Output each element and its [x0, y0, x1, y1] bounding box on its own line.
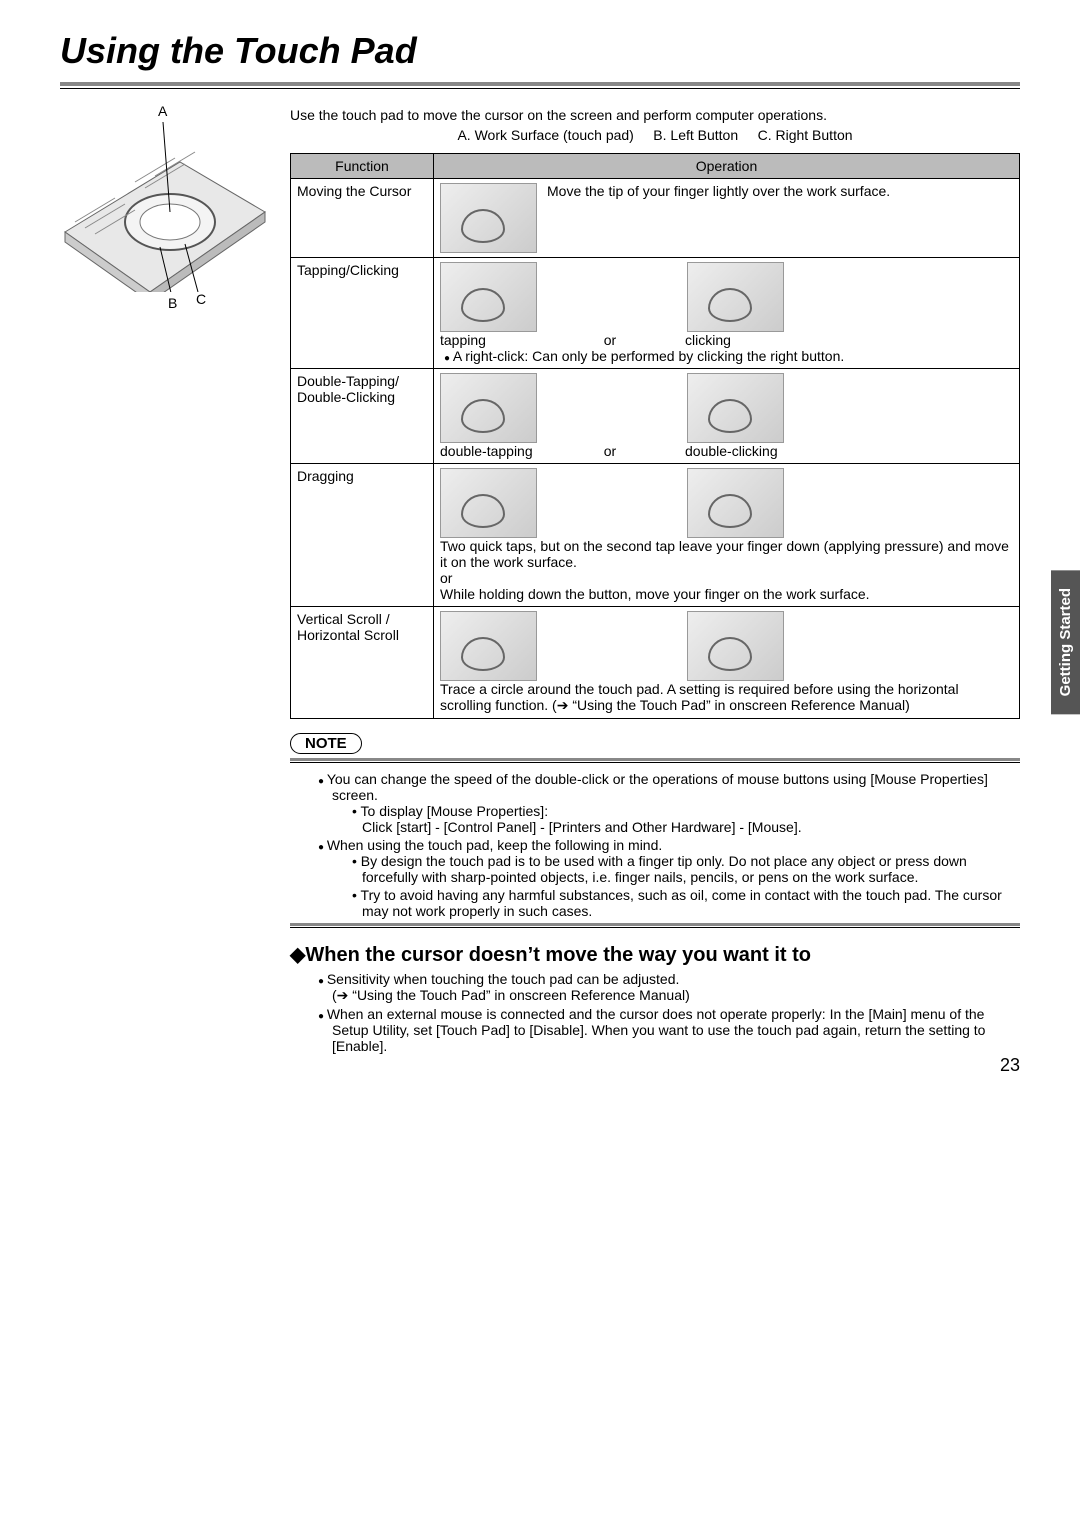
table-row: Double-Tapping/ Double-Clicking double-t… [291, 369, 1020, 464]
legend-a: A. Work Surface (touch pad) [457, 127, 633, 143]
op-cell: double-tapping or double-clicking [434, 369, 1020, 464]
intro-text: Use the touch pad to move the cursor on … [290, 107, 1020, 123]
touchpad-thumb [687, 468, 784, 538]
note-label: NOTE [290, 733, 362, 754]
func-cell: Vertical Scroll / Horizontal Scroll [291, 607, 434, 719]
op-cell: Two quick taps, but on the second tap le… [434, 464, 1020, 607]
note-text: To display [Mouse Properties]: [361, 803, 549, 819]
or-text: or [545, 332, 675, 348]
note-subitem: By design the touch pad is to be used wi… [352, 853, 1020, 885]
legend-b: B. Left Button [653, 127, 738, 143]
or-text: or [545, 443, 675, 459]
caption: double-tapping [440, 443, 535, 459]
page-title: Using the Touch Pad [60, 30, 1020, 72]
title-underline [60, 82, 1020, 89]
th-operation: Operation [434, 154, 1020, 179]
sub-heading: When the cursor doesn’t move the way you… [290, 942, 1020, 967]
sub-ref: (➔ “Using the Touch Pad” in onscreen Ref… [332, 987, 690, 1003]
note-item: You can change the speed of the double-c… [318, 771, 1020, 835]
note-item: When using the touch pad, keep the follo… [318, 837, 1020, 919]
touchpad-thumb [440, 373, 537, 443]
sub-item: When an external mouse is connected and … [318, 1006, 1020, 1054]
legend-c: C. Right Button [758, 127, 853, 143]
right-click-note: A right-click: Can only be performed by … [440, 348, 1013, 364]
touchpad-thumb [440, 183, 537, 253]
diagram-label-a: A [158, 103, 167, 119]
note-rule [290, 923, 1020, 928]
touchpad-thumb [687, 373, 784, 443]
side-tab: Getting Started [1051, 570, 1080, 714]
table-row: Tapping/Clicking tapping or clicking A r… [291, 258, 1020, 369]
caption: clicking [685, 332, 780, 348]
op-desc: While holding down the button, move your… [440, 586, 1013, 602]
note-list: You can change the speed of the double-c… [318, 771, 1020, 919]
op-desc: Two quick taps, but on the second tap le… [440, 538, 1013, 570]
table-row: Vertical Scroll / Horizontal Scroll Trac… [291, 607, 1020, 719]
note-text: When using the touch pad, keep the follo… [327, 837, 662, 853]
note-text: You can change the speed of the double-c… [327, 771, 988, 803]
func-cell: Moving the Cursor [291, 179, 434, 258]
op-cell: tapping or clicking A right-click: Can o… [434, 258, 1020, 369]
touchpad-thumb [687, 262, 784, 332]
note-rule [290, 758, 1020, 763]
caption: double-clicking [685, 443, 780, 459]
table-row: Moving the Cursor Move the tip of your f… [291, 179, 1020, 258]
touchpad-diagram: A B C [60, 107, 270, 1056]
touchpad-thumb [440, 468, 537, 538]
or-text: or [440, 570, 1013, 586]
sub-list: Sensitivity when touching the touch pad … [318, 971, 1020, 1054]
function-table: Function Operation Moving the Cursor Mov… [290, 153, 1020, 719]
diagram-label-c: C [196, 291, 206, 307]
sub-item: Sensitivity when touching the touch pad … [318, 971, 1020, 1004]
note-subitem: Try to avoid having any harmful substanc… [352, 887, 1020, 919]
note-subitem: To display [Mouse Properties]: Click [st… [352, 803, 1020, 835]
op-desc: Trace a circle around the touch pad. A s… [440, 681, 1013, 714]
page-number: 23 [1000, 1055, 1020, 1076]
note-text: Click [start] - [Control Panel] - [Print… [362, 819, 802, 835]
op-cell: Move the tip of your finger lightly over… [434, 179, 1020, 258]
func-cell: Double-Tapping/ Double-Clicking [291, 369, 434, 464]
func-cell: Tapping/Clicking [291, 258, 434, 369]
legend-line: A. Work Surface (touch pad) B. Left Butt… [290, 127, 1020, 143]
diagram-label-b: B [168, 295, 177, 311]
th-function: Function [291, 154, 434, 179]
sub-text: Sensitivity when touching the touch pad … [327, 971, 680, 987]
touchpad-thumb [687, 611, 784, 681]
table-row: Dragging Two quick taps, but on the seco… [291, 464, 1020, 607]
op-desc: Move the tip of your finger lightly over… [547, 183, 890, 199]
touchpad-svg [60, 122, 270, 292]
op-cell: Trace a circle around the touch pad. A s… [434, 607, 1020, 719]
caption: tapping [440, 332, 535, 348]
touchpad-thumb [440, 262, 537, 332]
func-cell: Dragging [291, 464, 434, 607]
touchpad-thumb [440, 611, 537, 681]
